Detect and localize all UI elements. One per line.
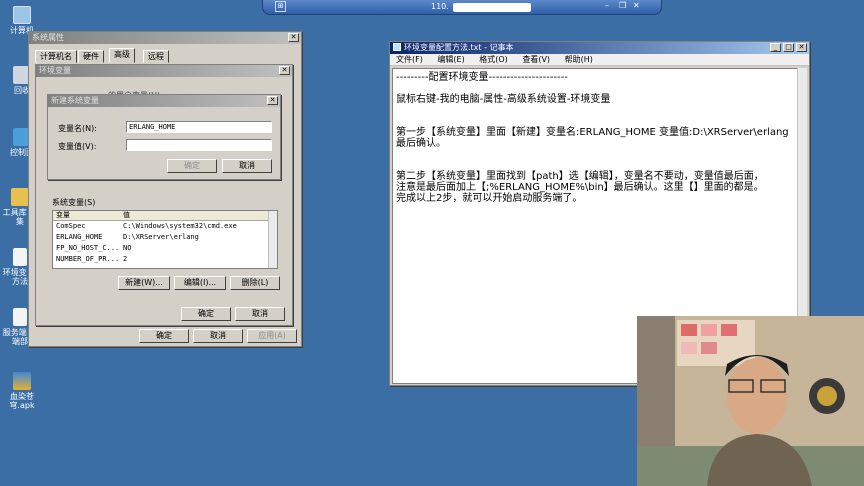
row-value: D:\XRServer\erlang — [123, 233, 199, 241]
apply-button[interactable]: 应用(A) — [247, 329, 297, 343]
computer-icon — [13, 6, 31, 24]
minimize-button[interactable]: _ — [770, 43, 781, 52]
maximize-button[interactable]: □ — [783, 43, 794, 52]
menu-edit[interactable]: 编辑(E) — [437, 55, 464, 64]
window-title: 系统属性 — [32, 33, 64, 42]
text-line: 鼠标右键-我的电脑-属性-高级系统设置-环境变量 — [396, 94, 611, 105]
tab-advanced[interactable]: 高级 — [109, 48, 135, 63]
minimize-icon[interactable]: – — [605, 1, 609, 10]
text-line — [396, 105, 796, 116]
row-value: 2 — [123, 255, 128, 263]
variable-value-input[interactable] — [126, 139, 272, 151]
tab-strip: 计算机名 硬件 高级 远程 — [35, 48, 295, 64]
system-properties-titlebar: 系统属性 ✕ — [29, 32, 301, 44]
table-row[interactable]: NUMBER_OF_PR... 2 — [53, 254, 277, 265]
text-line: 第一步【系统变量】里面【新建】变量名:ERLANG_HOME 变量值:D:\XR… — [396, 127, 789, 138]
list-scrollbar[interactable] — [268, 211, 277, 268]
ok-button[interactable]: 确定 — [139, 329, 189, 343]
cancel-button[interactable]: 取消 — [193, 329, 243, 343]
tab-hardware[interactable]: 硬件 — [78, 50, 104, 63]
row-name: FP_NO_HOST_C... — [56, 244, 120, 252]
text-line — [396, 83, 796, 94]
text-file-icon — [13, 248, 27, 266]
close-button[interactable]: ✕ — [796, 43, 807, 52]
text-line: 最后确认。 — [396, 138, 446, 149]
apk-icon — [13, 372, 31, 390]
text-line: 注意是最后面加上【;%ERLANG_HOME%\bin】最后确认。这里【】里面的… — [396, 182, 764, 193]
menu-help[interactable]: 帮助(H) — [565, 55, 593, 64]
webcam-overlay — [637, 316, 864, 486]
cancel-button[interactable]: 取消 — [235, 307, 285, 321]
ok-button[interactable]: 确定 — [167, 159, 217, 173]
text-line: 第二步【系统变量】里面找到【path】选【编辑】，变量名不要动，变量值最后面， — [396, 171, 764, 182]
window-title: 环境变量配置方法.txt - 记事本 — [404, 43, 514, 52]
redacted-address — [453, 3, 531, 12]
row-value: C:\Windows\system32\cmd.exe — [123, 222, 237, 230]
variable-name-input[interactable]: ERLANG_HOME — [126, 121, 272, 133]
row-name: ComSpec — [56, 222, 86, 230]
text-line: ---------配置环境变量---------------------- — [396, 72, 568, 83]
new-system-variable-dialog: 新建系统变量 ✕ 变量名(N): ERLANG_HOME 变量值(V): 确定 … — [47, 94, 281, 180]
restore-icon[interactable]: ❐ — [619, 1, 626, 10]
table-row[interactable]: ComSpec C:\Windows\system32\cmd.exe — [53, 221, 277, 232]
notepad-icon — [393, 43, 401, 51]
system-vars-label: 系统变量(S) — [52, 198, 96, 207]
row-value: NO — [123, 244, 132, 252]
new-var-titlebar: 新建系统变量 ✕ — [48, 95, 280, 107]
list-header: 变量 值 — [53, 211, 277, 221]
close-icon[interactable]: ✕ — [633, 1, 640, 10]
row-name: ERLANG_HOME — [56, 233, 103, 241]
tab-computer-name[interactable]: 计算机名 — [35, 50, 77, 63]
table-row[interactable]: FP_NO_HOST_C... NO — [53, 243, 277, 254]
column-header-variable[interactable]: 变量 — [56, 211, 70, 220]
delete-variable-button[interactable]: 删除(L) — [230, 276, 280, 290]
pin-icon[interactable]: ⊞ — [275, 1, 286, 12]
text-line — [396, 160, 796, 171]
cancel-button[interactable]: 取消 — [222, 159, 272, 173]
menu-bar: 文件(F) 编辑(E) 格式(O) 查看(V) 帮助(H) — [390, 54, 809, 66]
menu-file[interactable]: 文件(F) — [396, 55, 423, 64]
menu-view[interactable]: 查看(V) — [522, 55, 550, 64]
tab-remote[interactable]: 远程 — [143, 50, 169, 63]
system-vars-list[interactable]: 变量 值 ComSpec C:\Windows\system32\cmd.exe… — [52, 210, 278, 269]
remote-desktop-bar: ⊞ 110. – ❐ ✕ — [262, 0, 662, 15]
text-file-icon — [13, 308, 27, 326]
folder-icon — [11, 188, 29, 206]
text-line: 完成以上2步，就可以开始启动服务端了。 — [396, 193, 583, 204]
window-title: 环境变量 — [39, 66, 71, 75]
env-dialog-titlebar: 环境变量 ✕ — [36, 65, 292, 77]
new-variable-button[interactable]: 新建(W)... — [118, 276, 170, 290]
ok-button[interactable]: 确定 — [181, 307, 231, 321]
window-title: 新建系统变量 — [51, 96, 99, 105]
variable-value-label: 变量值(V): — [58, 142, 97, 151]
rdp-title: 110. — [431, 2, 449, 11]
close-button[interactable]: ✕ — [288, 33, 299, 42]
desktop-icon-apk[interactable]: 血染苍穹.apk — [2, 372, 42, 410]
edit-variable-button[interactable]: 编辑(I)... — [174, 276, 226, 290]
close-button[interactable]: ✕ — [267, 96, 278, 105]
table-row[interactable]: ERLANG_HOME D:\XRServer\erlang — [53, 232, 277, 243]
text-line — [396, 149, 796, 160]
notepad-titlebar: 环境变量配置方法.txt - 记事本 _ □ ✕ — [390, 42, 809, 54]
webcam-image — [637, 316, 864, 486]
row-name: NUMBER_OF_PR... — [56, 255, 120, 263]
menu-format[interactable]: 格式(O) — [479, 55, 508, 64]
variable-name-label: 变量名(N): — [58, 124, 97, 133]
desktop-icon-label: 血染苍穹.apk — [9, 392, 35, 410]
text-line — [396, 116, 796, 127]
close-button[interactable]: ✕ — [279, 66, 290, 75]
column-header-value[interactable]: 值 — [123, 211, 130, 220]
